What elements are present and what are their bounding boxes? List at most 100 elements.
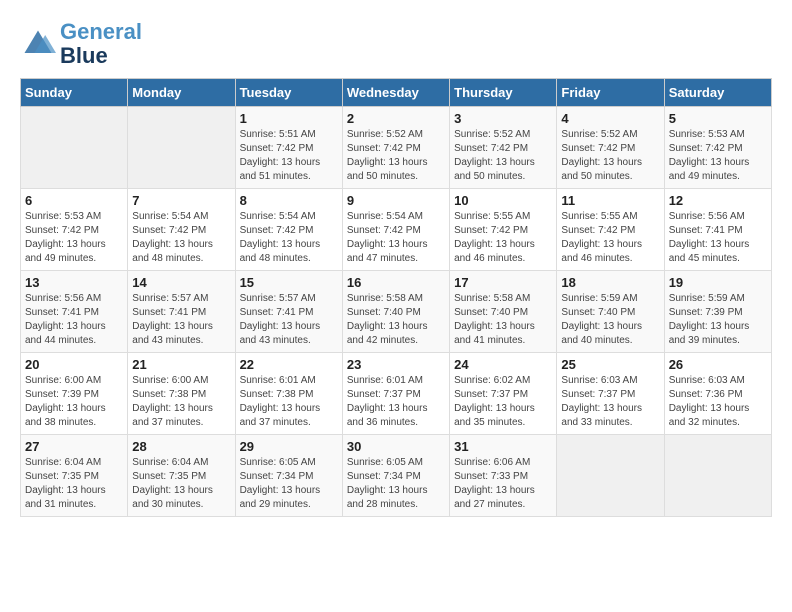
- calendar-cell: [557, 435, 664, 517]
- day-number: 21: [132, 357, 230, 372]
- day-number: 25: [561, 357, 659, 372]
- calendar-cell: 9Sunrise: 5:54 AM Sunset: 7:42 PM Daylig…: [342, 189, 449, 271]
- header-monday: Monday: [128, 79, 235, 107]
- day-number: 26: [669, 357, 767, 372]
- calendar-cell: 16 Sunrise: 5:58 AM Sunset: 7:40 PM Dayli…: [342, 271, 449, 353]
- day-number: 2: [347, 111, 445, 126]
- day-number: 4: [561, 111, 659, 126]
- day-number: 28: [132, 439, 230, 454]
- calendar-table: SundayMondayTuesdayWednesdayThursdayFrid…: [20, 78, 772, 517]
- calendar-cell: 23 Sunrise: 6:01 AM Sunset: 7:37 PM Dayli…: [342, 353, 449, 435]
- day-info: Sunrise: 5:54 AM Sunset: 7:42 PM Dayligh…: [132, 210, 230, 266]
- calendar-cell: 19 Sunrise: 5:59 AM Sunset: 7:39 PM Dayli…: [664, 271, 771, 353]
- calendar-cell: 1 Sunrise: 5:51 AM Sunset: 7:42 PM Daylig…: [235, 107, 342, 189]
- calendar-cell: 11 Sunrise: 5:55 AM Sunset: 7:42 PM Dayli…: [557, 189, 664, 271]
- calendar-cell: 24 Sunrise: 6:02 AM Sunset: 7:37 PM Dayli…: [450, 353, 557, 435]
- day-info: Sunrise: 5:56 AM Sunset: 7:41 PM Dayligh…: [669, 210, 767, 266]
- day-number: 9: [347, 193, 445, 208]
- calendar-cell: [21, 107, 128, 189]
- day-number: 20: [25, 357, 123, 372]
- calendar-cell: 10 Sunrise: 5:55 AM Sunset: 7:42 PM Dayli…: [450, 189, 557, 271]
- day-info: Sunrise: 6:00 AM Sunset: 7:38 PM Dayligh…: [132, 374, 230, 430]
- calendar-cell: 18 Sunrise: 5:59 AM Sunset: 7:40 PM Dayli…: [557, 271, 664, 353]
- calendar-cell: 31Sunrise: 6:06 AM Sunset: 7:33 PM Dayli…: [450, 435, 557, 517]
- day-info: Sunrise: 5:53 AM Sunset: 7:42 PM Dayligh…: [669, 128, 767, 184]
- calendar-cell: 28 Sunrise: 6:04 AM Sunset: 7:35 PM Dayli…: [128, 435, 235, 517]
- calendar-cell: 22 Sunrise: 6:01 AM Sunset: 7:38 PM Dayli…: [235, 353, 342, 435]
- day-info: Sunrise: 5:55 AM Sunset: 7:42 PM Dayligh…: [454, 210, 552, 266]
- calendar-week-2: 6 Sunrise: 5:53 AM Sunset: 7:42 PM Daylig…: [21, 189, 772, 271]
- day-info: Sunrise: 6:01 AM Sunset: 7:38 PM Dayligh…: [240, 374, 338, 430]
- day-info: Sunrise: 6:02 AM Sunset: 7:37 PM Dayligh…: [454, 374, 552, 430]
- day-info: Sunrise: 5:59 AM Sunset: 7:39 PM Dayligh…: [669, 292, 767, 348]
- calendar-cell: 20 Sunrise: 6:00 AM Sunset: 7:39 PM Dayli…: [21, 353, 128, 435]
- day-number: 15: [240, 275, 338, 290]
- calendar-cell: 14Sunrise: 5:57 AM Sunset: 7:41 PM Dayli…: [128, 271, 235, 353]
- logo-text: General Blue: [60, 20, 142, 68]
- calendar-cell: 30 Sunrise: 6:05 AM Sunset: 7:34 PM Dayli…: [342, 435, 449, 517]
- day-number: 24: [454, 357, 552, 372]
- day-info: Sunrise: 6:04 AM Sunset: 7:35 PM Dayligh…: [132, 456, 230, 512]
- calendar-cell: 7 Sunrise: 5:54 AM Sunset: 7:42 PM Daylig…: [128, 189, 235, 271]
- header-saturday: Saturday: [664, 79, 771, 107]
- day-number: 27: [25, 439, 123, 454]
- day-info: Sunrise: 5:51 AM Sunset: 7:42 PM Dayligh…: [240, 128, 338, 184]
- calendar-header-row: SundayMondayTuesdayWednesdayThursdayFrid…: [21, 79, 772, 107]
- day-info: Sunrise: 6:05 AM Sunset: 7:34 PM Dayligh…: [240, 456, 338, 512]
- calendar-week-5: 27 Sunrise: 6:04 AM Sunset: 7:35 PM Dayli…: [21, 435, 772, 517]
- day-number: 30: [347, 439, 445, 454]
- header-sunday: Sunday: [21, 79, 128, 107]
- calendar-week-1: 1 Sunrise: 5:51 AM Sunset: 7:42 PM Daylig…: [21, 107, 772, 189]
- day-number: 1: [240, 111, 338, 126]
- day-info: Sunrise: 6:05 AM Sunset: 7:34 PM Dayligh…: [347, 456, 445, 512]
- day-info: Sunrise: 5:56 AM Sunset: 7:41 PM Dayligh…: [25, 292, 123, 348]
- day-info: Sunrise: 5:52 AM Sunset: 7:42 PM Dayligh…: [561, 128, 659, 184]
- day-info: Sunrise: 6:06 AM Sunset: 7:33 PM Dayligh…: [454, 456, 552, 512]
- day-number: 17: [454, 275, 552, 290]
- day-number: 19: [669, 275, 767, 290]
- day-number: 11: [561, 193, 659, 208]
- calendar-cell: [664, 435, 771, 517]
- header-wednesday: Wednesday: [342, 79, 449, 107]
- day-info: Sunrise: 5:54 AM Sunset: 7:42 PM Dayligh…: [240, 210, 338, 266]
- day-number: 18: [561, 275, 659, 290]
- day-info: Sunrise: 5:57 AM Sunset: 7:41 PM Dayligh…: [240, 292, 338, 348]
- calendar-cell: 4 Sunrise: 5:52 AM Sunset: 7:42 PM Daylig…: [557, 107, 664, 189]
- day-info: Sunrise: 5:58 AM Sunset: 7:40 PM Dayligh…: [347, 292, 445, 348]
- calendar-cell: 25 Sunrise: 6:03 AM Sunset: 7:37 PM Dayli…: [557, 353, 664, 435]
- day-number: 12: [669, 193, 767, 208]
- calendar-cell: 8 Sunrise: 5:54 AM Sunset: 7:42 PM Daylig…: [235, 189, 342, 271]
- day-number: 16: [347, 275, 445, 290]
- calendar-cell: 29Sunrise: 6:05 AM Sunset: 7:34 PM Dayli…: [235, 435, 342, 517]
- day-number: 13: [25, 275, 123, 290]
- day-info: Sunrise: 5:59 AM Sunset: 7:40 PM Dayligh…: [561, 292, 659, 348]
- day-info: Sunrise: 5:53 AM Sunset: 7:42 PM Dayligh…: [25, 210, 123, 266]
- calendar-cell: 13 Sunrise: 5:56 AM Sunset: 7:41 PM Dayli…: [21, 271, 128, 353]
- day-info: Sunrise: 6:01 AM Sunset: 7:37 PM Dayligh…: [347, 374, 445, 430]
- day-number: 10: [454, 193, 552, 208]
- day-info: Sunrise: 5:58 AM Sunset: 7:40 PM Dayligh…: [454, 292, 552, 348]
- calendar-week-4: 20 Sunrise: 6:00 AM Sunset: 7:39 PM Dayli…: [21, 353, 772, 435]
- day-info: Sunrise: 6:00 AM Sunset: 7:39 PM Dayligh…: [25, 374, 123, 430]
- calendar-cell: 12 Sunrise: 5:56 AM Sunset: 7:41 PM Dayli…: [664, 189, 771, 271]
- day-info: Sunrise: 6:03 AM Sunset: 7:37 PM Dayligh…: [561, 374, 659, 430]
- day-number: 23: [347, 357, 445, 372]
- logo-icon: [20, 26, 56, 62]
- logo: General Blue: [20, 20, 142, 68]
- day-info: Sunrise: 5:52 AM Sunset: 7:42 PM Dayligh…: [454, 128, 552, 184]
- calendar-cell: [128, 107, 235, 189]
- calendar-cell: 15 Sunrise: 5:57 AM Sunset: 7:41 PM Dayli…: [235, 271, 342, 353]
- day-number: 6: [25, 193, 123, 208]
- day-number: 7: [132, 193, 230, 208]
- calendar-cell: 2Sunrise: 5:52 AM Sunset: 7:42 PM Daylig…: [342, 107, 449, 189]
- day-number: 8: [240, 193, 338, 208]
- day-info: Sunrise: 5:55 AM Sunset: 7:42 PM Dayligh…: [561, 210, 659, 266]
- calendar-cell: 21 Sunrise: 6:00 AM Sunset: 7:38 PM Dayli…: [128, 353, 235, 435]
- calendar-cell: 17 Sunrise: 5:58 AM Sunset: 7:40 PM Dayli…: [450, 271, 557, 353]
- day-number: 22: [240, 357, 338, 372]
- calendar-cell: 6 Sunrise: 5:53 AM Sunset: 7:42 PM Daylig…: [21, 189, 128, 271]
- day-number: 14: [132, 275, 230, 290]
- calendar-cell: 5Sunrise: 5:53 AM Sunset: 7:42 PM Daylig…: [664, 107, 771, 189]
- calendar-week-3: 13 Sunrise: 5:56 AM Sunset: 7:41 PM Dayli…: [21, 271, 772, 353]
- day-info: Sunrise: 6:03 AM Sunset: 7:36 PM Dayligh…: [669, 374, 767, 430]
